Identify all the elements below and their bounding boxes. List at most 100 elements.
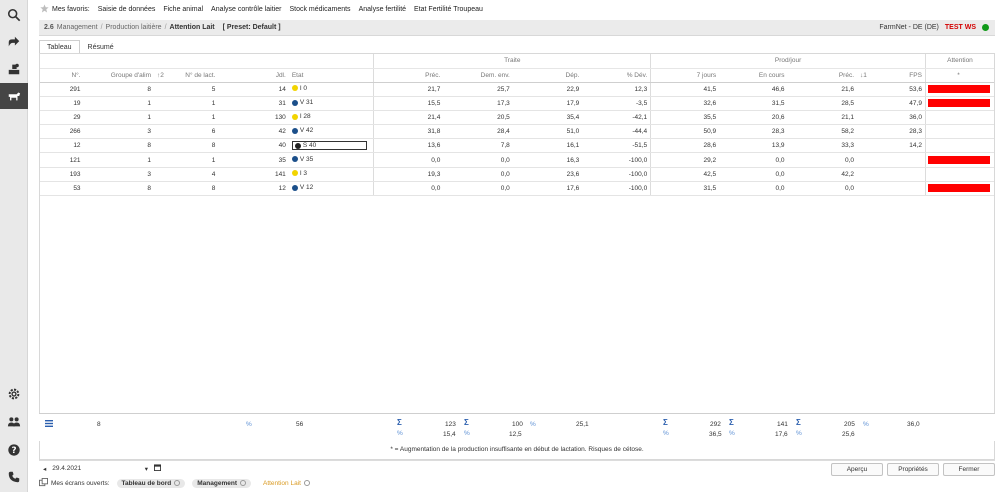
- close-tab-icon[interactable]: [174, 480, 181, 486]
- phone-icon[interactable]: [0, 464, 28, 490]
- cow-icon[interactable]: [0, 83, 28, 109]
- col-header-dep[interactable]: Dép.: [512, 68, 583, 83]
- date-picker[interactable]: ◂ 29.4.2021 ▾: [43, 463, 161, 474]
- favorite-link[interactable]: Saisie de données: [98, 6, 156, 13]
- data-table-panel: Traite Prod/jour Attention N°. Groupe d'…: [39, 53, 995, 460]
- col-header-nlact[interactable]: N° de lact.: [178, 68, 219, 83]
- col-header-7jours[interactable]: 7 jours: [650, 68, 720, 83]
- cell-fps: [869, 181, 926, 197]
- table-row[interactable]: 291 8 5 14 I 0 21,7 25,7 22,9 12,3 41,5 46,6 21,6 53…: [40, 82, 994, 97]
- open-screen-label[interactable]: Tableau de bord: [122, 480, 172, 487]
- 7jours-sum: 292: [710, 421, 721, 428]
- table-row[interactable]: 193 3 4 141 I 3 19,3 0,0 23,6 -100,0 42,5 0,0 42,2: [40, 167, 994, 182]
- col-header-prec2[interactable]: Préc.: [787, 68, 857, 83]
- col-header-pdev[interactable]: % Dév.: [582, 68, 651, 83]
- col-header-demenv[interactable]: Dem. env.: [443, 68, 513, 83]
- cell-dep: 17,6: [512, 181, 583, 197]
- list-icon[interactable]: [45, 420, 53, 429]
- share-arrow-icon[interactable]: [0, 29, 28, 55]
- table-row[interactable]: 29 1 1 130 I 28 21,4 20,5 35,4 -42,1 35,5 20,6 21,1…: [40, 110, 994, 126]
- cell-etat: S 40: [288, 138, 374, 154]
- open-screen-tab[interactable]: Tableau de bord: [116, 478, 186, 488]
- attention-flag: [927, 156, 990, 165]
- cell-pdev: 12,3: [582, 82, 651, 97]
- table-row[interactable]: 53 8 8 12 V 12 0,0 0,0 17,6 -100,0 31,5 0,0 0,0: [40, 181, 994, 197]
- title-bar: 2.6 Management / Production laitière / A…: [39, 20, 995, 36]
- close-button[interactable]: Fermer: [943, 463, 995, 476]
- preset-label[interactable]: [ Preset: Default ]: [223, 24, 281, 31]
- close-tab-icon[interactable]: [239, 480, 246, 486]
- cell-fps: [869, 152, 926, 168]
- status-text: I 0: [299, 84, 308, 92]
- preview-button[interactable]: Aperçu: [831, 463, 883, 476]
- breadcrumb-item[interactable]: Management: [57, 24, 98, 31]
- table-row[interactable]: 121 1 1 35 V 35 0,0 0,0 16,3 -100,0 29,2 0,0 0,0: [40, 152, 994, 168]
- table-row[interactable]: 12 8 8 40 S 40 13,6 7,8 16,1 -51,5 28,6 13,9 33,3 14…: [40, 138, 994, 154]
- calendar-icon[interactable]: [154, 464, 161, 473]
- cell-nlact: 1: [178, 110, 219, 126]
- cell-j7: 42,5: [650, 167, 720, 182]
- table-row[interactable]: 266 3 6 42 V 42 31,8 28,4 51,0 -44,4 50,9 28,3 58,2…: [40, 124, 994, 140]
- cell-encours: 0,0: [719, 167, 788, 182]
- col-header-no[interactable]: N°.: [40, 68, 84, 83]
- cell-etat: I 3: [288, 167, 374, 182]
- tab-resume[interactable]: Résumé: [80, 40, 122, 54]
- status-dot-icon: [294, 142, 301, 149]
- date-prev-icon[interactable]: ◂: [43, 465, 46, 473]
- prec-sum: 123: [445, 421, 456, 428]
- col-header-attention[interactable]: *: [924, 68, 994, 83]
- current-screen-tab[interactable]: Attention Lait: [258, 479, 315, 488]
- herd-management-icon[interactable]: [0, 56, 28, 82]
- sort-indicator[interactable]: ↑2: [154, 68, 179, 83]
- cell-prec2: 42,2: [787, 167, 857, 182]
- spacer-cell: [154, 124, 179, 140]
- open-screen-label[interactable]: Management: [197, 480, 237, 487]
- favorite-link[interactable]: Analyse contrôle laitier: [211, 6, 281, 13]
- breadcrumb-item[interactable]: Production laitière: [106, 24, 162, 31]
- open-screen-tab[interactable]: Management: [192, 478, 251, 488]
- col-header-prec[interactable]: Préc.: [373, 68, 444, 83]
- cell-prec: 15,5: [373, 96, 444, 111]
- average-icon: %: [796, 430, 802, 437]
- col-header-fps[interactable]: FPS: [869, 68, 926, 83]
- group-header-attention: Attention: [924, 54, 994, 69]
- favorite-link[interactable]: Fiche animal: [163, 6, 203, 13]
- table-row[interactable]: 19 1 1 31 V 31 15,5 17,3 17,9 -3,5 32,6 31,5 28,5 47…: [40, 96, 994, 111]
- spacer-cell: [154, 96, 179, 111]
- gear-icon[interactable]: [0, 381, 28, 407]
- open-screen-label[interactable]: Attention Lait: [263, 480, 301, 487]
- date-value[interactable]: 29.4.2021: [52, 465, 81, 472]
- cell-attention: [924, 138, 994, 154]
- col-header-groupe[interactable]: Groupe d'alim: [83, 68, 155, 83]
- col-header-encours[interactable]: En cours: [719, 68, 788, 83]
- cell-encours: 0,0: [719, 152, 788, 168]
- spacer-cell: [154, 167, 179, 182]
- help-icon[interactable]: ?: [0, 437, 28, 463]
- cell-fps: 47,9: [869, 96, 926, 111]
- svg-text:?: ?: [11, 446, 16, 456]
- cell-demenv: 0,0: [443, 181, 513, 197]
- dropdown-icon[interactable]: ▾: [145, 465, 148, 473]
- sort-indicator[interactable]: ↓1: [857, 68, 870, 83]
- fps-average: 36,0: [907, 421, 920, 428]
- cell-nlact: 8: [178, 138, 219, 154]
- cell-prec: 0,0: [373, 152, 444, 168]
- spacer-cell: [154, 181, 179, 197]
- col-header-jdl[interactable]: Jdl.: [218, 68, 289, 83]
- sum-icon: Σ: [397, 418, 402, 427]
- close-tab-icon[interactable]: [303, 480, 310, 486]
- favorite-link[interactable]: Stock médicaments: [289, 6, 350, 13]
- users-icon[interactable]: [0, 409, 28, 435]
- tab-tableau[interactable]: Tableau: [39, 40, 80, 54]
- search-icon[interactable]: [0, 2, 28, 28]
- cell-prec: 19,3: [373, 167, 444, 182]
- cell-encours: 46,6: [719, 82, 788, 97]
- properties-button[interactable]: Propriétés: [887, 463, 939, 476]
- attention-lait-table: Traite Prod/jour Attention N°. Groupe d'…: [40, 54, 994, 197]
- col-header-etat[interactable]: Etat: [288, 68, 374, 83]
- favorite-link[interactable]: Analyse fertilité: [359, 6, 406, 13]
- favorite-link[interactable]: Etat Fertilité Troupeau: [414, 6, 483, 13]
- cell-no: 193: [40, 167, 84, 182]
- cell-j7: 28,6: [650, 138, 720, 154]
- cell-prec2: 0,0: [787, 181, 857, 197]
